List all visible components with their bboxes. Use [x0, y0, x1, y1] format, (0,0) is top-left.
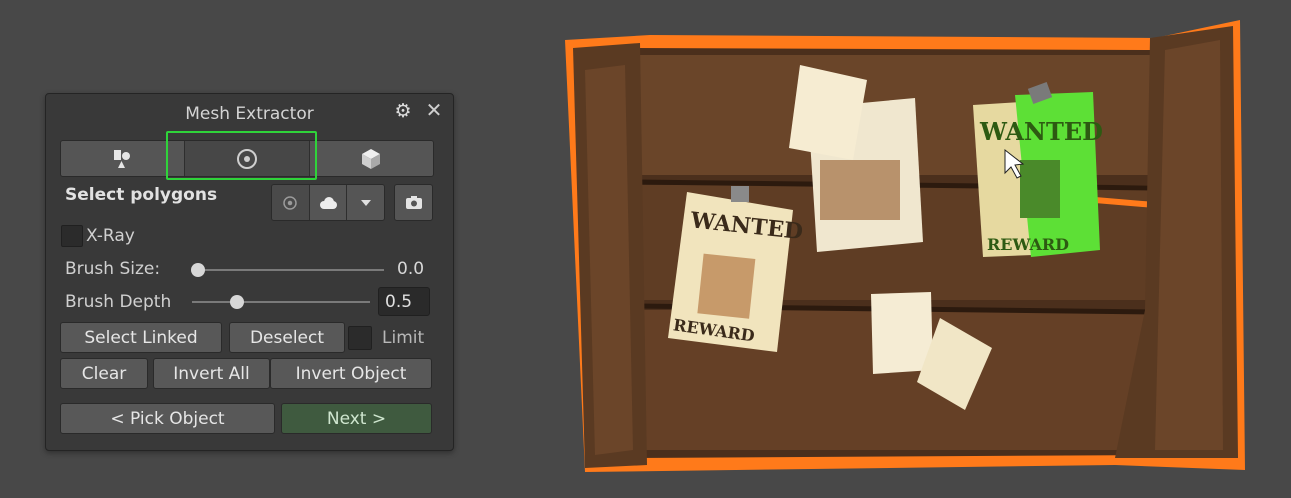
brush-size-value: 0.0	[397, 259, 425, 279]
cube-icon	[362, 148, 381, 169]
section-title: Select polygons	[65, 185, 218, 205]
brush-depth-slider-knob[interactable]	[229, 295, 244, 309]
pick-object-button[interactable]: < Pick Object	[60, 403, 275, 434]
limit-toggle[interactable]: Limit	[348, 326, 424, 350]
brush-size-label: Brush Size:	[65, 259, 161, 279]
gear-icon[interactable]: ⚙	[392, 100, 414, 122]
deselect-button[interactable]: Deselect	[229, 322, 345, 353]
svg-text:REWARD: REWARD	[987, 235, 1069, 254]
triangle-down-icon	[360, 199, 371, 206]
mesh-extractor-panel[interactable]: Mesh Extractor ⚙ ✕ Select polygons X-Ray…	[45, 93, 454, 451]
brush-size-slider-knob[interactable]	[191, 263, 205, 277]
mode-dropdown-button[interactable]	[347, 185, 384, 220]
next-button[interactable]: Next >	[281, 403, 432, 434]
scene-viewport[interactable]: WANTED REWARD WANTED REWARD Mesh Extract…	[0, 0, 1291, 498]
tab-mesh[interactable]	[309, 141, 433, 176]
active-tab-highlight	[166, 131, 317, 180]
brush-depth-input[interactable]: 0.5	[378, 287, 430, 316]
right-post-grain	[1155, 40, 1223, 450]
shapes-icon	[113, 149, 130, 168]
limit-checkbox[interactable]	[348, 326, 372, 350]
invert-object-button[interactable]: Invert Object	[270, 358, 432, 389]
cloud-icon	[320, 196, 337, 209]
brush-depth-label: Brush Depth	[65, 292, 172, 312]
limit-label: Limit	[382, 328, 425, 348]
wanted-board[interactable]: WANTED REWARD WANTED REWARD	[555, 10, 1255, 480]
cloud-mode-button[interactable]	[309, 185, 348, 220]
selection-mode-group[interactable]	[271, 184, 385, 221]
invert-all-button[interactable]: Invert All	[153, 358, 270, 389]
brush-mode-button[interactable]	[272, 185, 310, 220]
brush-depth-slider[interactable]	[192, 301, 370, 303]
wanted-poster-right-selected[interactable]: WANTED REWARD	[973, 82, 1103, 257]
xray-toggle[interactable]: X-Ray	[61, 225, 135, 247]
select-linked-button[interactable]: Select Linked	[60, 322, 222, 353]
close-icon[interactable]: ✕	[423, 99, 445, 121]
svg-text:WANTED: WANTED	[979, 117, 1103, 146]
xray-checkbox[interactable]	[61, 225, 83, 247]
brush-size-slider[interactable]	[198, 269, 384, 271]
xray-label: X-Ray	[86, 226, 135, 246]
circle-dot-icon	[283, 195, 298, 210]
clear-button[interactable]: Clear	[60, 358, 148, 389]
camera-icon	[405, 196, 422, 209]
camera-button[interactable]	[394, 184, 433, 221]
